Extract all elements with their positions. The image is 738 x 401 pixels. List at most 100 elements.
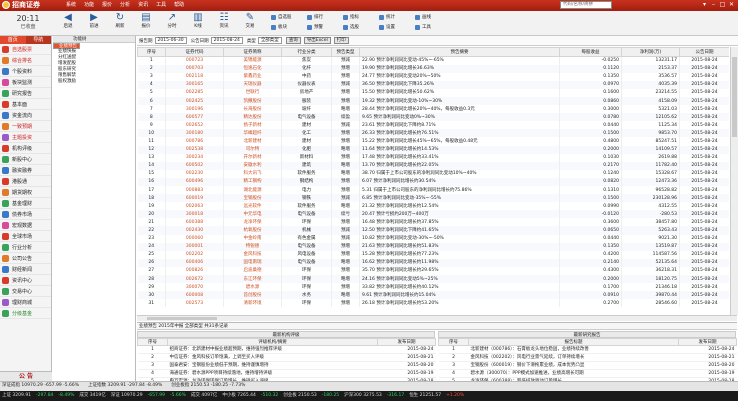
- toolbar-small-button[interactable]: 画线: [414, 14, 431, 21]
- nav-item[interactable]: 研究报告: [0, 88, 51, 99]
- column-header[interactable]: 证券代码: [165, 47, 224, 57]
- nav-item[interactable]: 综合排名: [0, 55, 51, 66]
- nav-item[interactable]: 宏观数据: [0, 220, 51, 231]
- menu-item[interactable]: 功能: [80, 1, 98, 10]
- nav-item[interactable]: 公司公告: [0, 253, 51, 264]
- type-select[interactable]: 全部类型: [257, 37, 282, 44]
- nav-item[interactable]: 资讯中心: [0, 275, 51, 286]
- table-row[interactable]: 2 000703 恒逸石化 化纤 预增 19.90 预计净利润同比增长36.63% 0.11…: [137, 64, 729, 73]
- nav-item[interactable]: 一致预期: [0, 121, 51, 132]
- toolbar-small-button[interactable]: 板块: [270, 24, 287, 31]
- table-row[interactable]: 12 002538 司尔特 化肥 略增 11.64 预计净利润同比增长约14.53% 0.2…: [137, 145, 729, 154]
- table-row[interactable]: 30 600008 首创股份 水务 略增 9.61 预计净利润同比增长约15.04% 0.0…: [137, 291, 729, 300]
- table-row[interactable]: 7 300196 长海股份 玻纤 略增 28.44 预计净利润同比增长20%~40%，每股…: [137, 105, 729, 114]
- toolbar-button-2[interactable]: ↻ 刷新: [108, 12, 132, 30]
- table-row[interactable]: 23 000060 中金岭南 有色金属 预减 10.82 预计净利润同比变动-30%~-5…: [137, 234, 729, 243]
- column-header[interactable]: 净利润(万): [621, 47, 680, 57]
- nav-item[interactable]: 港股通: [0, 176, 51, 187]
- vertical-scrollbar[interactable]: [730, 47, 738, 315]
- toolbar-small-button[interactable]: 预警: [306, 24, 323, 31]
- nav-item[interactable]: 分级基金: [0, 308, 51, 319]
- nav-item[interactable]: 机构评级: [0, 143, 51, 154]
- toolbar-small-button[interactable]: 排行: [306, 14, 323, 21]
- nav-item[interactable]: 自选股票: [0, 44, 51, 55]
- tree-item[interactable]: 股权激励: [53, 79, 135, 85]
- nav-item[interactable]: 新股中心: [0, 154, 51, 165]
- nav-item[interactable]: 个股资料: [0, 66, 51, 77]
- table-row[interactable]: 20 300018 中元华电 电气设备 续亏 20.47 预计亏损约200万~400万 -0…: [137, 210, 729, 219]
- table-row[interactable]: 11 000786 北新建材 建材 预增 15.22 预计净利润同比增长45%~65%，每…: [137, 137, 729, 146]
- left-row[interactable]: 2 中信证券：金风科技订单饱满，上调至买入评级 2015-08-21: [137, 353, 436, 362]
- nav-item[interactable]: 全球市场: [0, 231, 51, 242]
- toolbar-button-7[interactable]: ✎ 交易: [238, 12, 262, 30]
- tab-nav[interactable]: 导航: [25, 36, 51, 44]
- column-header[interactable]: 预告摘要: [359, 47, 560, 57]
- toolbar-small-button[interactable]: 选股: [342, 24, 359, 31]
- query-button[interactable]: 查询: [285, 37, 301, 44]
- title-search-input[interactable]: 代码/名称/简拼: [560, 1, 612, 9]
- nav-item[interactable]: 行业分析: [0, 242, 51, 253]
- nav-item[interactable]: 主题投资: [0, 132, 51, 143]
- toolbar-button-3[interactable]: ▤ 报价: [134, 12, 158, 30]
- column-header[interactable]: 每股收益: [559, 47, 622, 57]
- table-row[interactable]: 9 002652 扬子新材 建材 预减 23.61 预计净利润同比下降约8.71% 0.04…: [137, 121, 729, 130]
- toolbar-small-button[interactable]: 设置: [378, 24, 395, 31]
- table-row[interactable]: 22 002430 杭氧股份 机械 预减 12.50 预计净利润同比下降约41.65% 0.…: [137, 226, 729, 235]
- left-row[interactable]: 3 国泰君安：宝钢股份业绩低于预期，维持谨慎增持 2015-08-20: [137, 361, 436, 370]
- toolbar-button-4[interactable]: ↗ 分时: [160, 12, 184, 30]
- export-button[interactable]: 导出Excel: [303, 37, 331, 44]
- toolbar-button-6[interactable]: ☷ 资讯: [212, 12, 236, 30]
- table-row[interactable]: 17 000883 湖北能源 电力 预增 5.31 归属于上市公司股东的净利润同比增长约7…: [137, 186, 729, 195]
- table-row[interactable]: 29 300070 碧水源 环保 预增 33.82 预计净利润同比增长约40.12% 0.1…: [137, 283, 729, 292]
- toolbar-small-button[interactable]: 指标: [342, 14, 359, 21]
- nav-item[interactable]: 融资融券: [0, 165, 51, 176]
- table-row[interactable]: 4 300165 天瑞仪器 仪器仪表 预减 36.50 预计净利润同比下降35.26% 0.…: [137, 80, 729, 89]
- nav-item[interactable]: 财经新闻: [0, 264, 51, 275]
- nav-item[interactable]: 板块监测: [0, 77, 51, 88]
- nav-item[interactable]: 交易中心: [0, 286, 51, 297]
- column-header[interactable]: 行业分类: [281, 47, 332, 57]
- table-row[interactable]: 26 600406 国电南瑞 电气设备 略增 16.62 预计净利润同比增长约11.98%…: [137, 258, 729, 267]
- toolbar-small-button[interactable]: 工具: [414, 24, 431, 31]
- table-row[interactable]: 3 002118 紫鑫药业 中药 预增 24.77 预计净利润同比变动20%~50% 0.1…: [137, 72, 729, 81]
- right-row[interactable]: 2 金风科技（002202）：风电行业景气延续，订单持续增长 2015-08-21: [438, 353, 737, 362]
- table-row[interactable]: 31 002573 清新环境 环保 预增 26.18 预计净利润同比增长约53.20% 0.…: [137, 299, 729, 308]
- toolbar-button-0[interactable]: ◀ 后退: [56, 12, 80, 30]
- toolbar-button-5[interactable]: ▥ K线: [186, 12, 210, 30]
- menu-item[interactable]: 资讯: [134, 1, 152, 10]
- date-select[interactable]: 2015-08-24: [210, 37, 243, 44]
- nav-item[interactable]: 资金流向: [0, 110, 51, 121]
- column-header[interactable]: 序号: [137, 47, 166, 57]
- toolbar-button-1[interactable]: ▶ 前进: [82, 12, 106, 30]
- right-row[interactable]: 1 北新建材（000786）：石膏板龙头地位稳固，业绩持续改善 2015-08-24: [438, 345, 737, 354]
- toolbar-small-button[interactable]: 自选股: [270, 14, 292, 21]
- menu-item[interactable]: 帮助: [170, 1, 188, 10]
- nav-item[interactable]: 基金理财: [0, 198, 51, 209]
- nav-item[interactable]: 理财商城: [0, 297, 51, 308]
- table-row[interactable]: 21 600388 龙净环保 环保 预增 16.48 预计净利润同比增长约37.85% 0.…: [137, 218, 729, 227]
- menu-item[interactable]: 报价: [98, 1, 116, 10]
- print-button[interactable]: 打印: [333, 37, 349, 44]
- horizontal-scrollbar[interactable]: [137, 315, 737, 321]
- table-row[interactable]: 15 002230 科大讯飞 软件服务 略增 38.70 归属于上市公司股东的净利润同比变…: [137, 169, 729, 178]
- scroll-thumb[interactable]: [732, 57, 737, 137]
- table-row[interactable]: 24 300001 特锐德 电气设备 预增 21.63 预计净利润同比增长约51.83% 0…: [137, 242, 729, 251]
- maximize-icon[interactable]: □: [718, 0, 727, 10]
- tab-home[interactable]: 首页: [0, 36, 26, 44]
- table-row[interactable]: 1 000723 美锦能源 焦炭 预减 22.90 预计净利润同比变动-45%~-65% -…: [137, 56, 729, 65]
- menu-item[interactable]: 系统: [62, 1, 80, 10]
- table-row[interactable]: 14 600502 安徽水利 建筑 略增 13.70 预计净利润同比增长约22.05% 0.…: [137, 161, 729, 170]
- table-row[interactable]: 27 000826 启迪桑德 环保 预增 35.70 预计净利润同比增长约29.65% 0.…: [137, 266, 729, 276]
- column-header[interactable]: 预告类型: [331, 47, 360, 57]
- left-row[interactable]: 1 招商证券：北新建材中报业绩超预期，维持强烈推荐评级 2015-08-24: [137, 345, 436, 354]
- table-row[interactable]: 28 002672 东江环保 环保 略增 24.16 预计净利润同比变动5%~25% 0.2…: [137, 275, 729, 284]
- table-row[interactable]: 19 002063 远光软件 软件服务 略增 21.32 预计净利润同比增长约12.54%…: [137, 202, 729, 211]
- minimize-icon[interactable]: –: [709, 0, 718, 10]
- table-row[interactable]: 18 600019 宝钢股份 钢铁 预减 6.85 预计净利润同比变动-35%~-55% 0…: [137, 194, 729, 203]
- table-row[interactable]: 16 600496 精工钢构 钢结构 预增 6.07 预计净利润同比增长约30.54% 0.…: [137, 177, 729, 186]
- close-icon[interactable]: ✕: [727, 0, 736, 10]
- table-row[interactable]: 13 300234 开尔新材 新材料 预增 17.48 预计净利润同比增长约33.41% 0…: [137, 153, 729, 162]
- table-row[interactable]: 10 300180 华峰超纤 化工 预增 26.33 预计净利润同比增长约76.51% 0.…: [137, 129, 729, 138]
- nav-item[interactable]: 基本面: [0, 99, 51, 110]
- nav-item[interactable]: 债券市场: [0, 209, 51, 220]
